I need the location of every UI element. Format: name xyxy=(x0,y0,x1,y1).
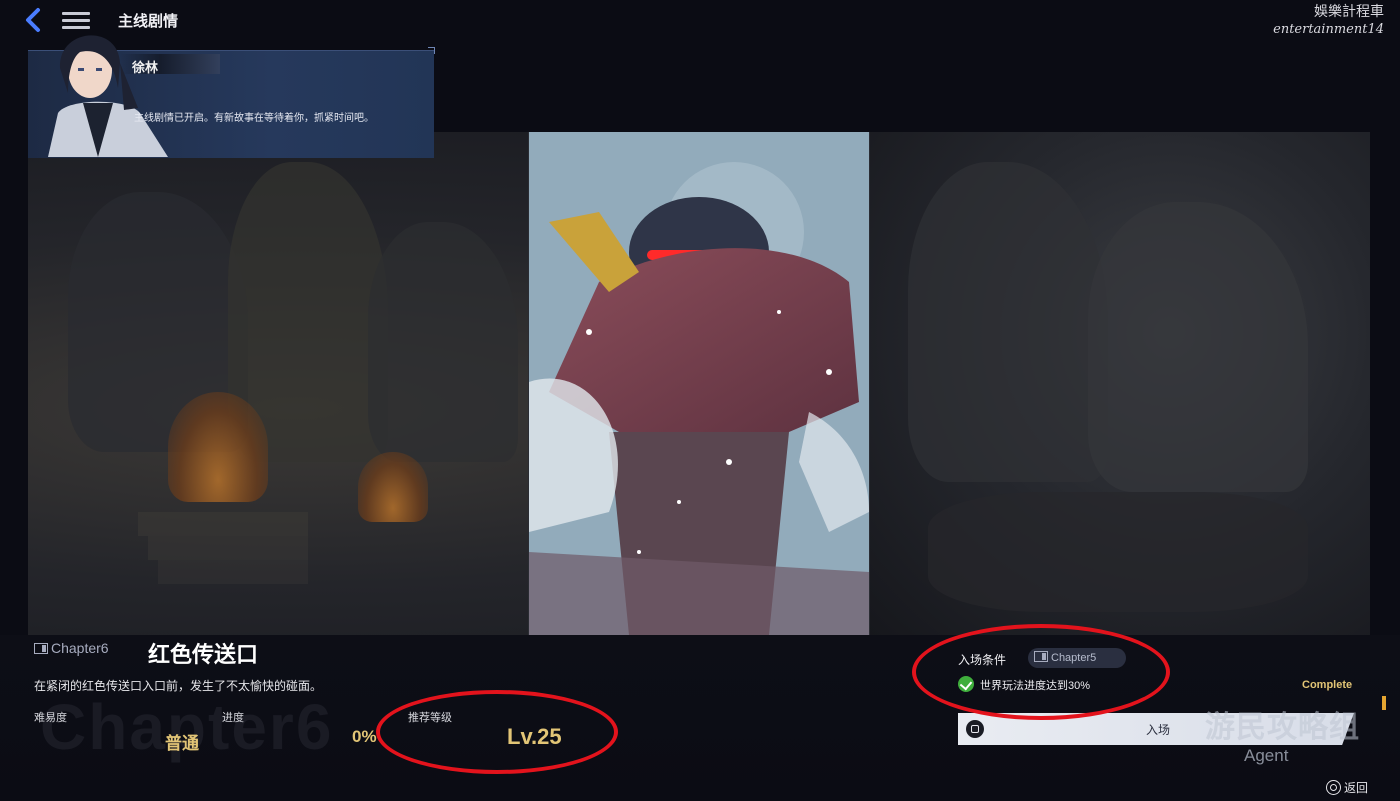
alert-marker-icon xyxy=(1382,696,1386,710)
progress-label: 进度 xyxy=(222,712,244,724)
chapter-tag: Chapter6 xyxy=(34,640,109,656)
highlight-circle-conditions xyxy=(912,624,1170,720)
speaker-portrait xyxy=(28,18,168,157)
progress-value: 0% xyxy=(352,727,377,746)
character-portrait-icon xyxy=(48,35,168,157)
chapter-key-art xyxy=(528,132,870,635)
top-bar xyxy=(0,0,1400,40)
speaker-name: 徐林 xyxy=(132,60,159,75)
chapter-tag-label: Chapter6 xyxy=(51,640,109,656)
controller-circle-key-icon xyxy=(1326,780,1341,795)
watermark-line2: entertainment14 xyxy=(1273,22,1384,37)
difficulty-value: 普通 xyxy=(165,734,199,753)
complete-label: Complete xyxy=(1302,679,1353,691)
back-button[interactable]: 返回 xyxy=(1326,779,1368,796)
difficulty-label: 难易度 xyxy=(34,712,67,724)
watermark-line1: 娛樂計程車 xyxy=(1314,4,1384,20)
dialog-text: 主线剧情已开启。有新故事在等待着你，抓紧时间吧。 xyxy=(134,113,374,124)
chapter-title: 红色传送口 xyxy=(148,642,259,667)
scene-background-right xyxy=(868,132,1370,635)
agent-watermark: 游民攻略组 xyxy=(1205,711,1360,744)
back-button-label: 返回 xyxy=(1344,781,1369,795)
dialog-corner-ornament xyxy=(428,47,435,54)
controller-square-key-icon xyxy=(966,720,984,738)
highlight-circle-level xyxy=(376,690,618,774)
agent-watermark-sub: Agent xyxy=(1244,746,1289,765)
watermark-logo: 娛樂計程車 entertainment14 xyxy=(1273,4,1384,38)
monster-illustration xyxy=(529,132,869,635)
chapter-card-icon xyxy=(34,643,48,654)
chapter-description: 在紧闭的红色传送口入口前，发生了不太愉快的碰面。 xyxy=(34,679,323,693)
enter-button-label: 入场 xyxy=(1146,723,1171,737)
